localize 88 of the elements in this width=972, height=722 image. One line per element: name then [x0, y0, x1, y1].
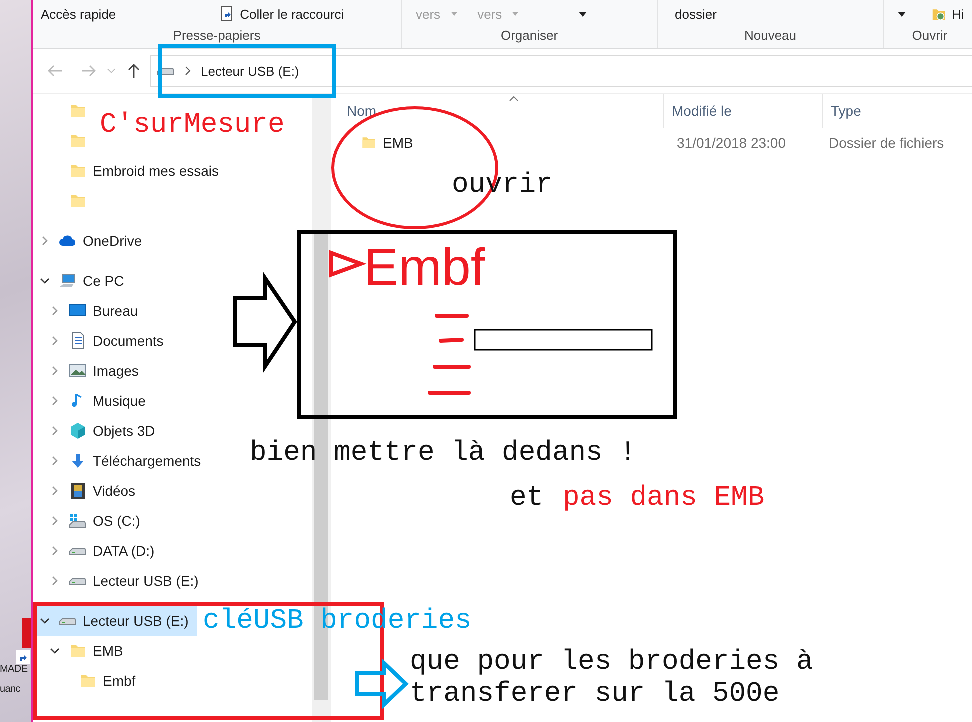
annotation-warning: pas dans EMB: [563, 483, 765, 515]
nav-label: Embroid mes essais: [93, 163, 220, 179]
video-icon: [69, 482, 87, 500]
tree-item[interactable]: Documents: [33, 326, 172, 356]
image-icon: [69, 362, 87, 380]
nav-label: Objets 3D: [93, 423, 156, 439]
ribbon-group-label: Nouveau: [743, 28, 798, 43]
tree-item[interactable]: Bureau: [33, 296, 146, 326]
shortcut-icon: [220, 6, 234, 22]
folder-icon: [361, 135, 377, 151]
ribbon-group-label: Organiser: [500, 28, 560, 43]
folder-icon: [79, 672, 97, 690]
folder-icon: [69, 132, 87, 150]
ribbon-command[interactable]: Accès rapide: [41, 6, 116, 22]
caret-icon[interactable]: [898, 12, 906, 16]
nav-label: Documents: [93, 333, 164, 349]
tree-item[interactable]: OneDrive: [33, 226, 150, 256]
tree-item[interactable]: EMB: [33, 636, 132, 666]
file-type: Dossier de fichiers: [828, 135, 944, 151]
drive-icon: [69, 578, 87, 584]
tree-item[interactable]: Images: [33, 356, 147, 386]
nav-label: Lecteur USB (E:): [83, 613, 189, 629]
ribbon-group-label: Presse-papiers: [172, 28, 262, 43]
nav-label: OneDrive: [83, 233, 142, 249]
nav-label: Musique: [93, 393, 146, 409]
nav-label: Bureau: [93, 303, 138, 319]
paste-shortcut-button[interactable]: Coller le raccourci: [220, 6, 344, 22]
triangle-icon: [329, 250, 367, 278]
forward-arrow-icon[interactable]: [81, 63, 97, 79]
modified-date: 31/01/2018 23:00: [676, 135, 787, 151]
caret-icon: [450, 12, 458, 16]
nav-label: Lecteur USB (E:): [93, 573, 199, 589]
tree-item[interactable]: Ce PC: [33, 266, 132, 296]
column-header[interactable]: Nom: [341, 94, 664, 128]
column-header[interactable]: Type: [823, 94, 862, 128]
annotation-instruction: bien mettre là dedans !: [250, 438, 636, 470]
file-row[interactable]: EMB 31/01/2018 23:00 Dossier de fichiers: [341, 128, 972, 158]
address-field[interactable]: Lecteur USB (E:): [150, 55, 972, 87]
osdrive-icon: [69, 512, 87, 530]
nav-label: Images: [93, 363, 139, 379]
nav-label: EMB: [93, 643, 124, 659]
chevron-down-icon[interactable]: [107, 68, 116, 74]
desktop-icon-label: uanc: [0, 683, 22, 697]
sketch-title: Embf: [364, 238, 486, 298]
expand-chevron-icon[interactable]: [50, 646, 60, 656]
tree-item[interactable]: DATA (D:): [33, 536, 163, 566]
folder-icon: [69, 102, 87, 120]
tree-item[interactable]: OS (C:): [33, 506, 148, 536]
drive-icon: [59, 618, 77, 624]
expand-chevron-icon[interactable]: [40, 616, 50, 626]
caret-icon: [512, 12, 520, 16]
nav-label: OS (C:): [93, 513, 140, 529]
ribbon-command[interactable]: dossier: [675, 6, 717, 22]
folder-icon: [69, 192, 87, 210]
ribbon-group-label: Ouvrir: [911, 28, 949, 43]
quick-access-item[interactable]: Embroid mes essais: [33, 156, 228, 186]
breadcrumb-item[interactable]: Lecteur USB (E:): [201, 64, 300, 78]
history-button[interactable]: Hi: [932, 6, 964, 22]
folder-icon: [69, 642, 87, 660]
tree-item[interactable]: Vidéos: [33, 476, 144, 506]
file-name: EMB: [383, 135, 414, 151]
download-icon: [69, 452, 87, 470]
desktop-icon-label: MADE: [0, 663, 29, 677]
nav-label: Téléchargements: [93, 453, 202, 469]
tree-item[interactable]: Téléchargements: [33, 446, 210, 476]
chevron-right-icon: [185, 66, 191, 76]
annotation-title: C'surMesure: [100, 110, 285, 142]
nav-label: Vidéos: [93, 483, 136, 499]
column-header[interactable]: Modifié le: [664, 94, 823, 128]
pc-icon: [59, 272, 77, 290]
tree-item[interactable]: Embf: [33, 666, 144, 696]
nav-label: Ce PC: [83, 273, 124, 289]
annotation-purpose: que pour les broderies à transferer sur la 500e: [410, 647, 814, 711]
up-arrow-icon[interactable]: [126, 63, 142, 79]
tree-item[interactable]: Musique: [33, 386, 154, 416]
back-arrow-icon[interactable]: [47, 63, 63, 79]
tree-item[interactable]: Objets 3D: [33, 416, 164, 446]
annotation-note: et: [510, 483, 544, 515]
nav-label: Embf: [103, 673, 136, 689]
tree-item[interactable]: Lecteur USB (E:): [33, 566, 207, 596]
sort-caret-icon: [509, 96, 519, 102]
expand-chevron-icon[interactable]: [40, 276, 50, 286]
drive-icon: [69, 548, 87, 554]
small-arrow-drawing: [355, 658, 409, 710]
cube-icon: [69, 422, 87, 440]
folder-icon: [69, 162, 87, 180]
caret-icon[interactable]: [579, 12, 588, 16]
nav-label: DATA (D:): [93, 543, 155, 559]
